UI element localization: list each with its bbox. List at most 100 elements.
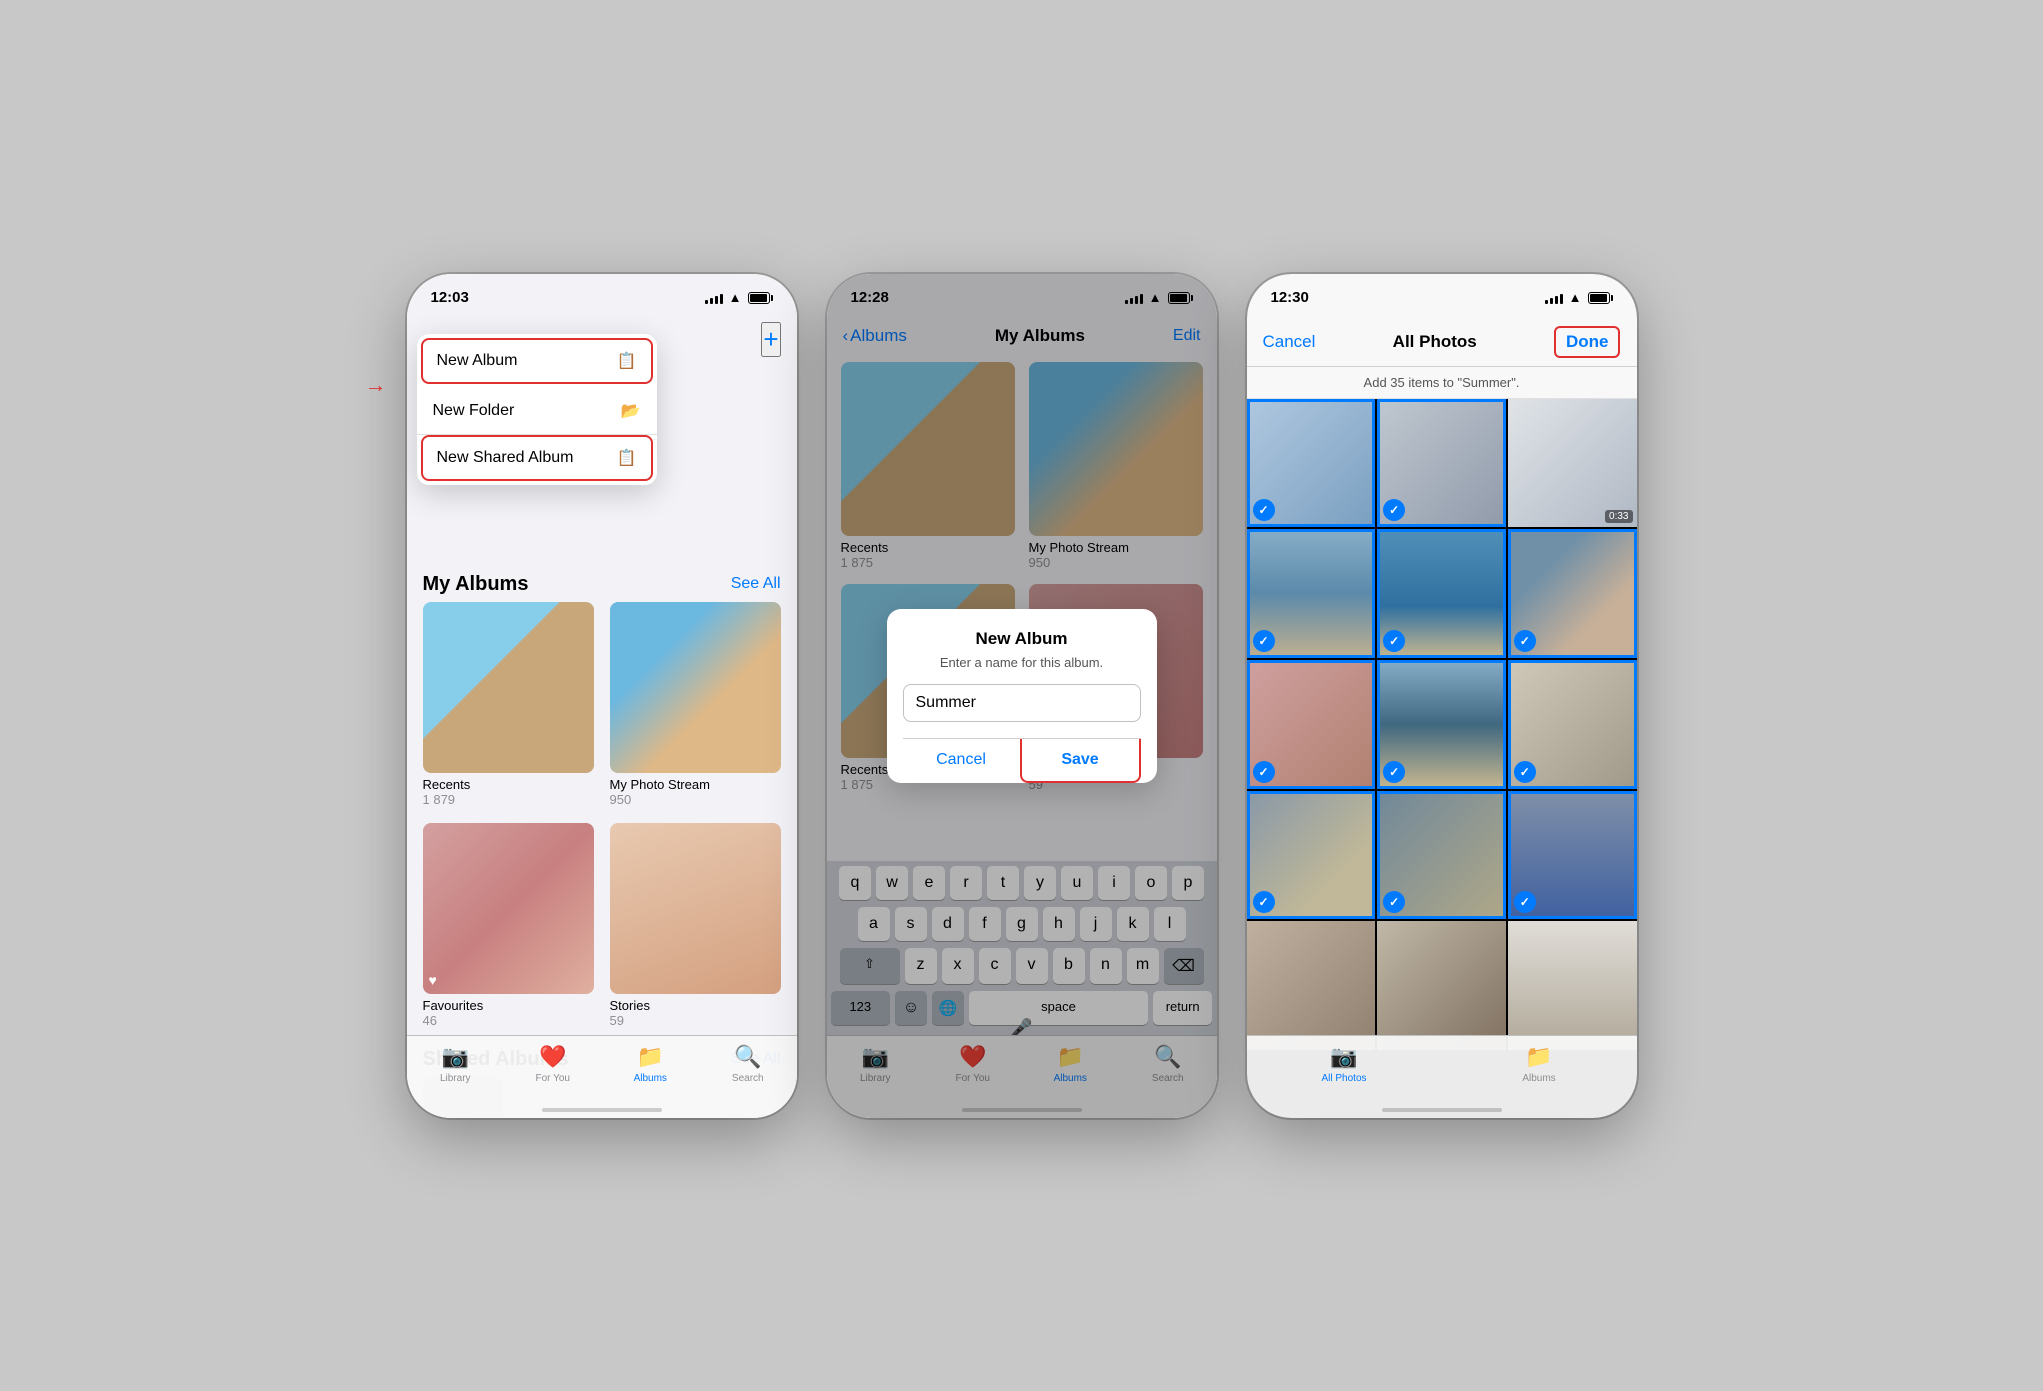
heart-badge: ♥ xyxy=(429,972,437,988)
check-9 xyxy=(1514,761,1536,783)
status-bar-1: 12:03 ▲ xyxy=(407,274,797,318)
album-stories[interactable]: Stories 59 xyxy=(610,823,781,1028)
new-album-icon: 📋 xyxy=(617,351,637,371)
tab-albums-3[interactable]: 📁 Albums xyxy=(1442,1044,1637,1084)
tab-library-1[interactable]: 📷 Library xyxy=(407,1044,505,1084)
albums-icon-1: 📁 xyxy=(637,1044,664,1070)
album-recents-count: 1 879 xyxy=(423,792,594,807)
battery-icon-3 xyxy=(1588,292,1613,304)
album-fav-count: 46 xyxy=(423,1013,594,1028)
dialog-save-btn[interactable]: Save xyxy=(1020,739,1141,783)
album-stream-name: My Photo Stream xyxy=(610,777,781,792)
battery-icon-1 xyxy=(748,292,773,304)
my-albums-see-all[interactable]: See All xyxy=(731,575,781,593)
check-10 xyxy=(1253,891,1275,913)
my-albums-title: My Albums xyxy=(423,573,529,596)
tab-all-photos-3[interactable]: 📷 All Photos xyxy=(1247,1044,1442,1084)
new-shared-album-item[interactable]: New Shared Album 📋 xyxy=(421,435,653,481)
photo-4[interactable] xyxy=(1247,529,1376,658)
photo-10[interactable] xyxy=(1247,791,1376,920)
status-time-3: 12:30 xyxy=(1271,289,1309,306)
search-label-1: Search xyxy=(732,1073,764,1084)
search-icon-1: 🔍 xyxy=(734,1044,761,1070)
dialog-cancel-btn[interactable]: Cancel xyxy=(903,739,1020,783)
check-5 xyxy=(1383,630,1405,652)
signal-icon-1 xyxy=(705,292,723,304)
new-shared-album-label: New Shared Album xyxy=(437,449,574,467)
video-duration-3: 0:33 xyxy=(1605,510,1632,523)
tab-bar-1: 📷 Library ❤️ For You 📁 Albums 🔍 Search xyxy=(407,1035,797,1118)
check-1 xyxy=(1253,499,1275,521)
all-photos-icon-3: 📷 xyxy=(1330,1044,1357,1070)
status-time-1: 12:03 xyxy=(431,289,469,306)
photos-grid-3: 0:33 xyxy=(1247,399,1637,1050)
album-stream-count: 950 xyxy=(610,792,781,807)
new-album-item[interactable]: New Album 📋 xyxy=(421,338,653,384)
dialog-buttons-2: Cancel Save xyxy=(903,738,1141,783)
photo-5[interactable] xyxy=(1377,529,1506,658)
status-bar-3: 12:30 ▲ xyxy=(1247,274,1637,318)
wifi-icon-1: ▲ xyxy=(729,290,742,305)
albums-label-3: Albums xyxy=(1522,1073,1555,1084)
signal-icon-3 xyxy=(1545,292,1563,304)
check-2 xyxy=(1383,499,1405,521)
red-arrow-indicator: → xyxy=(365,372,387,398)
photo-12[interactable] xyxy=(1508,791,1637,920)
check-4 xyxy=(1253,630,1275,652)
album-name-input[interactable] xyxy=(903,684,1141,722)
photo-15[interactable] xyxy=(1508,921,1637,1050)
check-7 xyxy=(1253,761,1275,783)
albums-grid-1: Recents 1 879 My Photo Stream 950 xyxy=(407,602,797,1028)
photo-2[interactable] xyxy=(1377,399,1506,528)
dialog-title-2: New Album xyxy=(903,629,1141,649)
photo-7[interactable] xyxy=(1247,660,1376,789)
photo-6[interactable] xyxy=(1508,529,1637,658)
photo-3[interactable]: 0:33 xyxy=(1508,399,1637,528)
phone-1: 12:03 ▲ xyxy=(407,274,797,1118)
album-recents-name: Recents xyxy=(423,777,594,792)
p3-title: All Photos xyxy=(1393,332,1477,352)
photo-8[interactable] xyxy=(1377,660,1506,789)
add-button-1[interactable]: + xyxy=(761,322,780,357)
check-11 xyxy=(1383,891,1405,913)
photo-1[interactable] xyxy=(1247,399,1376,528)
tab-albums-1[interactable]: 📁 Albums xyxy=(602,1044,700,1084)
all-photos-label-3: All Photos xyxy=(1321,1073,1366,1084)
dialog-overlay-2: New Album Enter a name for this album. C… xyxy=(827,274,1217,1118)
done-btn-3[interactable]: Done xyxy=(1554,326,1621,358)
check-12 xyxy=(1514,891,1536,913)
add-banner-3: Add 35 items to "Summer". xyxy=(1247,367,1637,399)
status-icons-3: ▲ xyxy=(1545,290,1613,305)
photo-9[interactable] xyxy=(1508,660,1637,789)
photo-11[interactable] xyxy=(1377,791,1506,920)
album-recents[interactable]: Recents 1 879 xyxy=(423,602,594,807)
status-icons-1: ▲ xyxy=(705,290,773,305)
album-stories-name: Stories xyxy=(610,998,781,1013)
albums-icon-3: 📁 xyxy=(1525,1044,1552,1070)
my-albums-header: My Albums See All xyxy=(407,565,797,602)
new-folder-icon: 📂 xyxy=(621,401,641,421)
p3-header: Cancel All Photos Done xyxy=(1247,318,1637,367)
library-icon-1: 📷 xyxy=(442,1044,469,1070)
for-you-label-1: For You xyxy=(536,1073,570,1084)
tab-search-1[interactable]: 🔍 Search xyxy=(699,1044,797,1084)
screenshots-row: → 12:03 ▲ xyxy=(367,234,1677,1158)
check-8 xyxy=(1383,761,1405,783)
dialog-subtitle-2: Enter a name for this album. xyxy=(903,655,1141,670)
cancel-btn-3[interactable]: Cancel xyxy=(1263,332,1316,352)
library-label-1: Library xyxy=(440,1073,471,1084)
check-6 xyxy=(1514,630,1536,652)
album-fav-name: Favourites xyxy=(423,998,594,1013)
photo-13[interactable] xyxy=(1247,921,1376,1050)
album-favourites[interactable]: ♥ Favourites 46 xyxy=(423,823,594,1028)
new-folder-item[interactable]: New Folder 📂 xyxy=(417,388,657,435)
for-you-icon-1: ❤️ xyxy=(539,1044,566,1070)
tab-for-you-1[interactable]: ❤️ For You xyxy=(504,1044,602,1084)
photo-14[interactable] xyxy=(1377,921,1506,1050)
album-photo-stream[interactable]: My Photo Stream 950 xyxy=(610,602,781,807)
album-stories-count: 59 xyxy=(610,1013,781,1028)
new-folder-label: New Folder xyxy=(433,402,515,420)
phone-2: 12:28 ▲ ‹ Albums xyxy=(827,274,1217,1118)
dropdown-menu-1: New Album 📋 New Folder 📂 New Shared Albu… xyxy=(417,334,657,485)
new-album-dialog: New Album Enter a name for this album. C… xyxy=(887,609,1157,783)
